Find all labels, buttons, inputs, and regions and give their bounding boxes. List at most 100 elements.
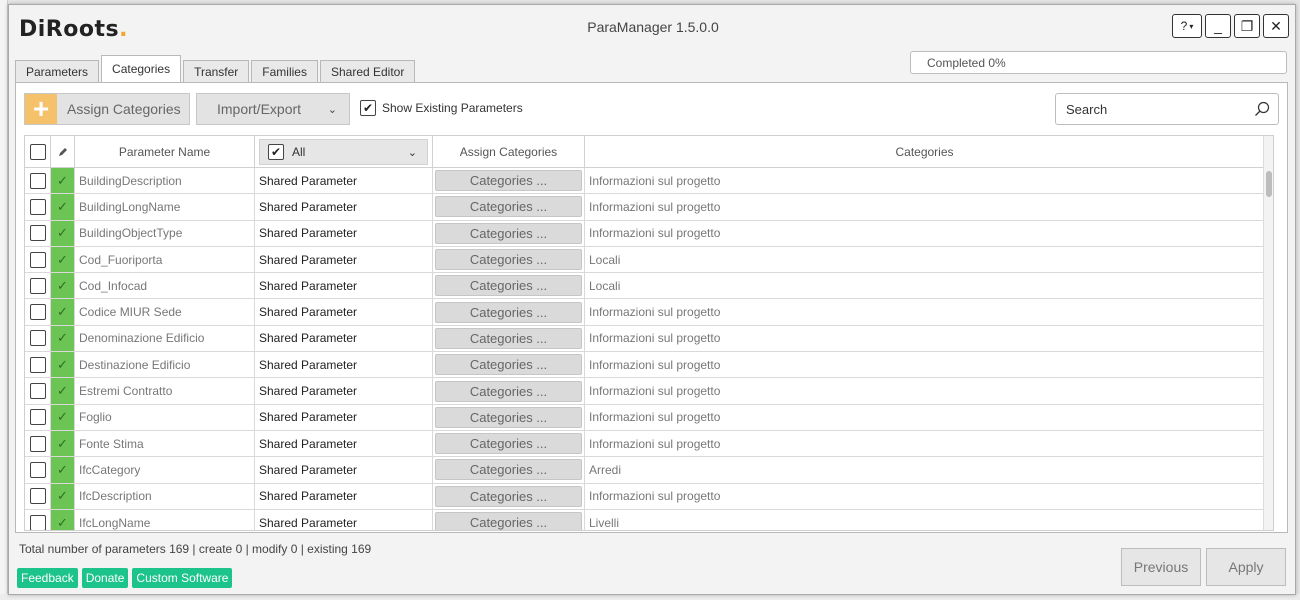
table-row[interactable]: ✓ BuildingDescription Shared Parameter Cate…	[25, 168, 1265, 195]
type-filter-checkbox[interactable]: ✔	[268, 144, 284, 160]
close-button[interactable]: ✕	[1263, 14, 1289, 38]
categories-button[interactable]: Categories ...	[435, 301, 582, 323]
row-checkbox[interactable]	[29, 409, 46, 426]
row-checkbox[interactable]	[29, 461, 46, 478]
row-checkbox[interactable]	[29, 383, 46, 400]
assign-cell: Categories ...	[433, 246, 585, 273]
toolbar: + Assign Categories Import/Export ⌄ ✔ Sh…	[24, 93, 1279, 125]
categories-button[interactable]: Categories ...	[435, 275, 582, 297]
table-row[interactable]: ✓ IfcCategory Shared Parameter Categories .…	[25, 457, 1265, 484]
checkmark-icon: ✓	[57, 172, 68, 188]
table-row[interactable]: ✓ IfcLongName Shared Parameter Categories .…	[25, 509, 1265, 530]
categories-button[interactable]: Categories ...	[435, 354, 582, 376]
previous-button[interactable]: Previous	[1121, 548, 1201, 586]
restore-button[interactable]: ❐	[1234, 14, 1260, 38]
parameter-name-header[interactable]: Parameter Name	[75, 136, 255, 168]
feedback-link[interactable]: Feedback	[17, 568, 78, 588]
categories-button[interactable]: Categories ...	[435, 170, 582, 192]
parameter-type-cell: Shared Parameter	[255, 457, 433, 483]
categories-button[interactable]: Categories ...	[435, 459, 582, 481]
background-app-edge	[0, 0, 8, 600]
table-row[interactable]: ✓ Estremi Contratto Shared Parameter Catego…	[25, 378, 1265, 405]
help-icon: ?	[1180, 19, 1188, 33]
table-row[interactable]: ✓ Codice MIUR Sede Shared Parameter Categor…	[25, 299, 1265, 326]
row-checkbox[interactable]	[29, 198, 46, 215]
minimize-button[interactable]: _	[1205, 14, 1231, 38]
categories-button[interactable]: Categories ...	[435, 380, 582, 402]
custom-software-link[interactable]: Custom Software	[132, 568, 233, 588]
row-status-cell: ✓	[51, 457, 75, 483]
table-row[interactable]: ✓ Denominazione Edificio Shared Parameter C…	[25, 325, 1265, 353]
table-row[interactable]: ✓ IfcDescription Shared Parameter Categorie…	[25, 483, 1265, 510]
row-checkbox[interactable]	[29, 251, 46, 268]
categories-button[interactable]: Categories ...	[435, 512, 582, 530]
tab-categories[interactable]: Categories	[101, 55, 182, 83]
table-scrollbar[interactable]	[1263, 136, 1273, 530]
table-row[interactable]: ✓ Fonte Stima Shared Parameter Categories .…	[25, 430, 1265, 458]
checkmark-icon: ✓	[57, 461, 68, 477]
import-export-dropdown[interactable]: Import/Export ⌄	[196, 93, 350, 125]
show-existing-toggle[interactable]: ✔ Show Existing Parameters	[360, 100, 523, 116]
row-select-cell	[25, 299, 51, 325]
tab-bar: Parameters Categories Transfer Families Shar…	[15, 55, 417, 83]
row-checkbox[interactable]	[29, 330, 46, 347]
parameter-type-cell: Shared Parameter	[255, 404, 433, 430]
categories-button[interactable]: Categories ...	[435, 196, 582, 218]
parameter-type-cell: Shared Parameter	[255, 430, 433, 457]
row-status-cell: ✓	[51, 483, 75, 509]
table-row[interactable]: ✓ Cod_Fuoriporta Shared Parameter Categorie…	[25, 246, 1265, 274]
row-checkbox[interactable]	[29, 488, 46, 505]
type-filter-dropdown[interactable]: ✔ All ⌄	[259, 139, 428, 165]
parameter-name-cell: Fonte Stima	[75, 430, 255, 457]
categories-button[interactable]: Categories ...	[435, 485, 582, 507]
row-checkbox[interactable]	[29, 304, 46, 321]
window-title: ParaManager 1.5.0.0	[587, 19, 719, 35]
parameter-type-cell: Shared Parameter	[255, 246, 433, 273]
row-status-cell: ✓	[51, 325, 75, 352]
assign-cell: Categories ...	[433, 378, 585, 404]
parameter-type-cell: Shared Parameter	[255, 378, 433, 404]
select-all-header	[25, 136, 51, 168]
categories-button[interactable]: Categories ...	[435, 327, 582, 349]
parameter-name-cell: BuildingLongName	[75, 194, 255, 220]
row-checkbox[interactable]	[29, 356, 46, 373]
checkmark-icon: ✓	[57, 277, 68, 293]
apply-button[interactable]: Apply	[1206, 548, 1286, 586]
parameter-name-cell: Cod_Fuoriporta	[75, 246, 255, 273]
row-checkbox[interactable]	[29, 172, 46, 189]
categories-cell: Locali	[585, 273, 1265, 299]
tab-transfer[interactable]: Transfer	[183, 60, 250, 83]
row-checkbox[interactable]	[29, 225, 46, 242]
pencil-icon	[58, 148, 67, 156]
tab-shared-editor[interactable]: Shared Editor	[319, 60, 416, 83]
show-existing-checkbox[interactable]: ✔	[360, 100, 376, 116]
row-checkbox[interactable]	[29, 435, 46, 452]
table-header: Parameter Name ✔ All ⌄ Assign Categories…	[25, 136, 1265, 168]
help-button[interactable]: ? ▾	[1172, 14, 1202, 38]
assign-categories-button[interactable]: + Assign Categories	[24, 93, 190, 125]
checkmark-icon: ✓	[57, 251, 68, 267]
table-row[interactable]: ✓ Foglio Shared Parameter Categories ... Inf…	[25, 404, 1265, 431]
tab-families[interactable]: Families	[251, 60, 318, 83]
table-row[interactable]: ✓ Destinazione Edificio Shared Parameter Ca…	[25, 352, 1265, 379]
table-row[interactable]: ✓ Cod_Infocad Shared Parameter Categories .…	[25, 273, 1265, 300]
categories-button[interactable]: Categories ...	[435, 406, 582, 428]
categories-button[interactable]: Categories ...	[435, 249, 582, 271]
search-input[interactable]: Search	[1055, 93, 1279, 125]
categories-cell: Informazioni sul progetto	[585, 352, 1265, 378]
donate-link[interactable]: Donate	[81, 568, 129, 588]
table-row[interactable]: ✓ BuildingLongName Shared Parameter Categor…	[25, 194, 1265, 221]
parameter-type-cell: Shared Parameter	[255, 194, 433, 220]
parameter-name-cell: Foglio	[75, 404, 255, 430]
parameter-name-cell: Destinazione Edificio	[75, 352, 255, 378]
parameter-name-cell: Cod_Infocad	[75, 273, 255, 299]
tab-parameters[interactable]: Parameters	[15, 60, 100, 83]
table-row[interactable]: ✓ BuildingObjectType Shared Parameter Categ…	[25, 220, 1265, 247]
categories-button[interactable]: Categories ...	[435, 222, 582, 244]
scrollbar-thumb[interactable]	[1266, 171, 1272, 197]
row-checkbox[interactable]	[29, 514, 46, 530]
select-all-checkbox[interactable]	[29, 144, 46, 160]
categories-cell: Informazioni sul progetto	[585, 430, 1265, 457]
row-checkbox[interactable]	[29, 277, 46, 294]
categories-button[interactable]: Categories ...	[435, 433, 582, 455]
